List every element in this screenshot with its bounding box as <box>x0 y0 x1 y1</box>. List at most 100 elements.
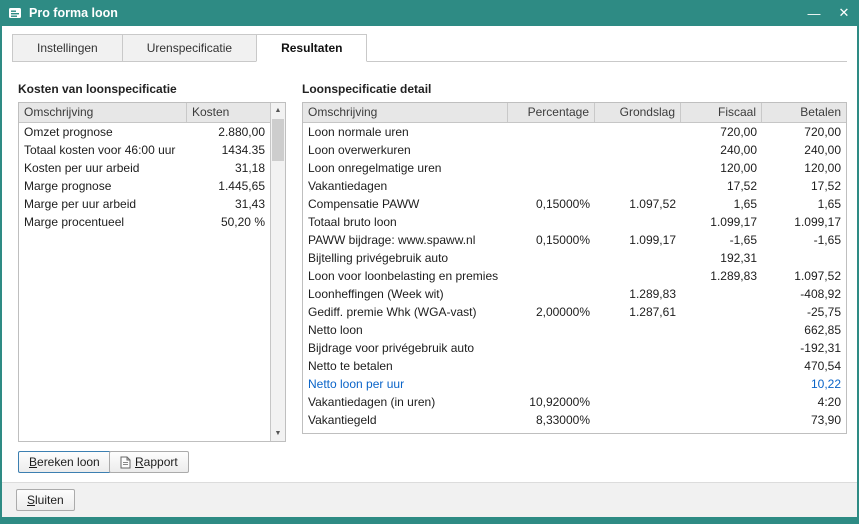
cell-grondslag <box>595 411 681 429</box>
bereken-loon-label: Bereken loon <box>29 455 100 469</box>
table-row[interactable]: Gediff. premie Whk (WGA-vast)2,00000%1.2… <box>303 303 846 321</box>
cell-percentage: 2,00000% <box>508 303 595 321</box>
cell-betalen: 470,54 <box>762 357 846 375</box>
cell-omschrijving: Vakantiedagen (in uren) <box>303 393 508 411</box>
table-row[interactable]: Loon normale uren720,00720,00 <box>303 123 846 141</box>
cell-grondslag <box>595 393 681 411</box>
table-row[interactable]: Netto loon per uur 10,22 <box>303 375 846 393</box>
cell-omschrijving: Loon normale uren <box>303 123 508 141</box>
bereken-loon-button[interactable]: Bereken loon <box>18 451 111 473</box>
table-row[interactable]: PAWW bijdrage: www.spaww.nl0,15000%1.099… <box>303 231 846 249</box>
cell-percentage <box>508 321 595 339</box>
cell-fiscaal: -1,65 <box>681 231 762 249</box>
tab-resultaten[interactable]: Resultaten <box>256 34 367 62</box>
table-row[interactable]: Loon voor loonbelasting en premies 1.289,… <box>303 267 846 285</box>
table-row[interactable]: Marge per uur arbeid31,43 <box>19 195 270 213</box>
table-row[interactable]: Netto loon662,85 <box>303 321 846 339</box>
cell-percentage <box>508 357 595 375</box>
cell-fiscaal: 1.099,17 <box>681 213 762 231</box>
tab-bar: Instellingen Urenspecificatie Resultaten <box>12 34 366 62</box>
cell-fiscaal: 17,52 <box>681 177 762 195</box>
cell-fiscaal <box>681 357 762 375</box>
cell-kosten: 50,20 % <box>187 213 270 231</box>
table-row[interactable]: Kosten per uur arbeid31,18 <box>19 159 270 177</box>
cell-betalen: 1,65 <box>762 195 846 213</box>
cell-percentage <box>508 375 595 393</box>
cell-fiscaal: 1.289,83 <box>681 267 762 285</box>
cell-fiscaal <box>681 375 762 393</box>
table-row[interactable]: Totaal kosten voor 46:00 uur1434.35 <box>19 141 270 159</box>
scrollbar-thumb[interactable] <box>272 119 284 161</box>
kosten-table: Omschrijving Kosten Omzet prognose2.880,… <box>18 102 286 442</box>
minimize-button[interactable]: — <box>799 0 829 26</box>
column-header-percentage: Percentage <box>508 103 595 122</box>
table-row[interactable]: Bijtelling privégebruik auto192,31 <box>303 249 846 267</box>
table-row[interactable]: Loon onregelmatige uren120,00120,00 <box>303 159 846 177</box>
cell-omschrijving: Bijtelling privégebruik auto <box>303 249 508 267</box>
cell-betalen: -1,65 <box>762 231 846 249</box>
cell-betalen: 73,90 <box>762 411 846 429</box>
cell-grondslag <box>595 141 681 159</box>
cell-grondslag <box>595 159 681 177</box>
cell-omschrijving: Marge procentueel <box>19 213 187 231</box>
cell-omschrijving: Vakantiegeld <box>303 411 508 429</box>
cell-betalen: 4:20 <box>762 393 846 411</box>
sluiten-button[interactable]: Sluiten <box>16 489 75 511</box>
tab-instellingen[interactable]: Instellingen <box>12 34 123 62</box>
title-bar: Pro forma loon — ✕ <box>0 0 859 26</box>
column-header-kosten: Kosten <box>187 103 270 122</box>
tab-urenspecificatie[interactable]: Urenspecificatie <box>122 34 257 62</box>
cell-grondslag <box>595 339 681 357</box>
cell-omschrijving: Netto loon per uur <box>303 375 508 393</box>
column-header-grondslag: Grondslag <box>595 103 681 122</box>
cell-omschrijving: PAWW bijdrage: www.spaww.nl <box>303 231 508 249</box>
cell-omschrijving: Loon onregelmatige uren <box>303 159 508 177</box>
cell-percentage <box>508 123 595 141</box>
cell-grondslag <box>595 123 681 141</box>
table-row[interactable]: Marge prognose1.445,65 <box>19 177 270 195</box>
table-row[interactable]: Loonheffingen (Week wit)1.289,83-408,92 <box>303 285 846 303</box>
window-controls: — ✕ <box>799 0 859 26</box>
table-row[interactable]: Netto te betalen 470,54 <box>303 357 846 375</box>
cell-omschrijving: Loon overwerkuren <box>303 141 508 159</box>
close-button[interactable]: ✕ <box>829 0 859 26</box>
table-row[interactable]: Vakantiedagen17,5217,52 <box>303 177 846 195</box>
cell-omschrijving: Loon voor loonbelasting en premies <box>303 267 508 285</box>
dialog-window: Pro forma loon — ✕ Instellingen Urenspec… <box>0 0 859 524</box>
cell-percentage <box>508 213 595 231</box>
scroll-up-icon[interactable]: ▲ <box>271 103 285 118</box>
cell-omschrijving: Vakantiedagen <box>303 177 508 195</box>
dialog-content: Instellingen Urenspecificatie Resultaten… <box>2 26 857 517</box>
cell-omschrijving: Netto te betalen <box>303 357 508 375</box>
cell-percentage: 10,92000% <box>508 393 595 411</box>
scroll-down-icon[interactable]: ▼ <box>271 426 285 441</box>
cell-grondslag <box>595 321 681 339</box>
column-header-fiscaal: Fiscaal <box>681 103 762 122</box>
cell-percentage <box>508 267 595 285</box>
cell-fiscaal <box>681 303 762 321</box>
cell-omschrijving: Bijdrage voor privégebruik auto <box>303 339 508 357</box>
column-header-omschrijving: Omschrijving <box>19 103 187 122</box>
table-row[interactable]: Totaal bruto loon 1.099,171.099,17 <box>303 213 846 231</box>
cell-grondslag <box>595 177 681 195</box>
cell-omschrijving: Totaal bruto loon <box>303 213 508 231</box>
vertical-scrollbar[interactable]: ▲ ▼ <box>270 103 285 441</box>
loon-detail-table-body: Loon normale uren720,00720,00Loon overwe… <box>303 123 846 433</box>
bereken-rest: ereken loon <box>37 455 100 469</box>
column-header-betalen: Betalen <box>762 103 846 122</box>
table-row[interactable]: Omzet prognose2.880,00 <box>19 123 270 141</box>
cell-betalen: 10,22 <box>762 375 846 393</box>
table-row[interactable]: Compensatie PAWW0,15000%1.097,521,651,65 <box>303 195 846 213</box>
table-row[interactable]: Vakantiegeld8,33000%73,90 <box>303 411 846 429</box>
rapport-button[interactable]: Rapport <box>109 451 189 473</box>
table-row[interactable]: Marge procentueel50,20 % <box>19 213 270 231</box>
table-row[interactable]: Bijdrage voor privégebruik auto-192,31 <box>303 339 846 357</box>
table-row[interactable]: Vakantiedagen (in uren)10,92000% 4:20 <box>303 393 846 411</box>
cell-omschrijving: Loonheffingen (Week wit) <box>303 285 508 303</box>
table-row[interactable]: Loon overwerkuren240,00240,00 <box>303 141 846 159</box>
cell-omschrijving: Kosten per uur arbeid <box>19 159 187 177</box>
cell-betalen: 1.099,17 <box>762 213 846 231</box>
cell-omschrijving: Netto loon <box>303 321 508 339</box>
cell-grondslag: 1.287,61 <box>595 303 681 321</box>
cell-percentage <box>508 177 595 195</box>
